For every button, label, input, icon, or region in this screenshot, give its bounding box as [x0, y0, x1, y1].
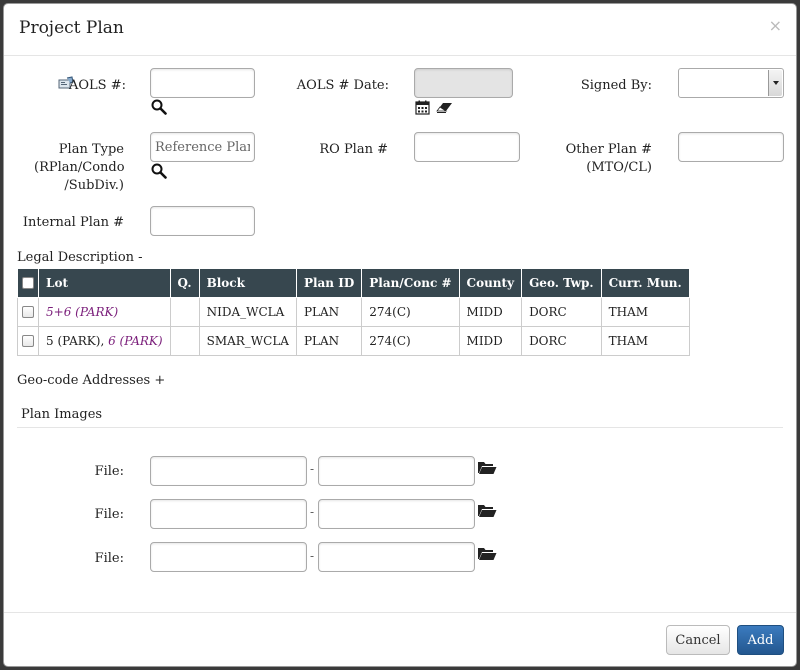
footer-divider	[4, 612, 796, 613]
plan-images-divider	[17, 427, 783, 428]
file-separator: -	[310, 462, 315, 476]
file-label: File:	[94, 464, 124, 479]
signed-by-select[interactable]	[678, 68, 784, 98]
file-description-input[interactable]	[318, 456, 475, 486]
q-cell	[169, 325, 200, 356]
plan-conc-cell: 274(C)	[361, 325, 460, 356]
calendar-icon[interactable]	[415, 100, 430, 119]
other-plan-label: Other Plan # (MTO/CL)	[554, 141, 652, 177]
row-checkbox-cell[interactable]	[17, 325, 39, 356]
file-label: File:	[94, 507, 124, 522]
select-all-checkbox-cell[interactable]	[17, 269, 39, 298]
lot-cell: 5 (PARK), 6 (PARK)	[38, 325, 171, 356]
close-icon[interactable]: ×	[769, 16, 782, 35]
file-name-input[interactable]	[150, 542, 307, 572]
aols-number-label: AOLS #:	[69, 78, 126, 93]
col-plan-id: Plan ID	[295, 269, 363, 298]
file-name-input[interactable]	[150, 456, 307, 486]
project-plan-dialog: Project Plan × AOLS #: AOLS # Date: Sign…	[3, 3, 797, 667]
lot-link[interactable]: 5+6 (PARK)	[46, 305, 118, 319]
eraser-icon[interactable]	[436, 101, 454, 118]
file-name-input[interactable]	[150, 499, 307, 529]
geocode-addresses-toggle[interactable]: Geo-code Addresses +	[17, 373, 165, 388]
file-description-input[interactable]	[318, 499, 475, 529]
ro-plan-label: RO Plan #	[319, 142, 388, 157]
aols-date-label: AOLS # Date:	[296, 78, 389, 93]
col-lot: Lot	[38, 269, 171, 298]
plan-images-heading: Plan Images	[21, 407, 103, 422]
internal-plan-label: Internal Plan #	[22, 215, 124, 230]
aols-search-icon[interactable]	[151, 99, 167, 119]
col-q: Q.	[169, 269, 200, 298]
geo-twp-cell: DORC	[521, 325, 602, 356]
other-plan-label-line1: Other Plan #	[565, 142, 652, 157]
col-county: County	[458, 269, 523, 298]
folder-open-icon[interactable]	[477, 460, 497, 479]
col-block: Block	[198, 269, 297, 298]
signed-by-label: Signed By:	[580, 78, 652, 93]
file-label: File:	[94, 551, 124, 566]
select-all-checkbox[interactable]	[22, 277, 34, 290]
q-cell	[169, 296, 200, 327]
lot-link[interactable]: 6 (PARK)	[108, 334, 162, 348]
row-checkbox[interactable]	[22, 335, 34, 347]
folder-open-icon[interactable]	[477, 546, 497, 565]
plan-id-cell: PLAN	[295, 325, 363, 356]
plan-type-label-line3: /SubDiv.)	[64, 178, 124, 193]
folder-open-icon[interactable]	[477, 503, 497, 522]
col-geo-twp: Geo. Twp.	[521, 269, 602, 298]
block-cell: NIDA_WCLA	[198, 296, 297, 327]
ro-plan-input[interactable]	[414, 132, 520, 162]
aols-date-input[interactable]	[414, 68, 513, 98]
table-header-row: Lot Q. Block Plan ID Plan/Conc # County …	[17, 269, 690, 298]
add-button[interactable]: Add	[737, 625, 784, 655]
county-cell: MIDD	[458, 325, 523, 356]
block-cell: SMAR_WCLA	[198, 325, 297, 356]
plan-type-label: Plan Type (RPlan/Condo /SubDiv.)	[34, 141, 125, 195]
plan-type-label-line2: (RPlan/Condo	[34, 160, 125, 175]
lot-text: 5 (PARK),	[46, 333, 109, 348]
plan-conc-cell: 274(C)	[361, 296, 460, 327]
table-row: 5+6 (PARK) NIDA_WCLA PLAN 274(C) MIDD DO…	[17, 296, 690, 327]
curr-mun-cell: THAM	[600, 296, 690, 327]
table-row: 5 (PARK), 6 (PARK) SMAR_WCLA PLAN 274(C)…	[17, 325, 690, 356]
legal-description-toggle[interactable]: Legal Description -	[17, 250, 143, 265]
other-plan-label-line2: (MTO/CL)	[586, 160, 652, 175]
dialog-title: Project Plan	[19, 18, 124, 38]
file-description-input[interactable]	[318, 542, 475, 572]
chevron-down-icon[interactable]	[768, 70, 782, 96]
col-curr-mun: Curr. Mun.	[600, 269, 690, 298]
file-separator: -	[310, 505, 315, 519]
plan-type-input[interactable]	[150, 132, 255, 162]
internal-plan-input[interactable]	[150, 206, 255, 236]
plan-type-search-icon[interactable]	[151, 163, 167, 183]
other-plan-input[interactable]	[678, 132, 784, 162]
aols-number-input[interactable]	[150, 68, 255, 98]
row-checkbox[interactable]	[22, 306, 34, 318]
col-plan-conc: Plan/Conc #	[361, 269, 460, 298]
legal-description-table: Lot Q. Block Plan ID Plan/Conc # County …	[17, 269, 690, 356]
dialog-header: Project Plan ×	[4, 4, 796, 56]
county-cell: MIDD	[458, 296, 523, 327]
file-separator: -	[310, 549, 315, 563]
lot-cell: 5+6 (PARK)	[38, 296, 171, 327]
plan-type-label-line1: Plan Type	[58, 142, 124, 157]
geo-twp-cell: DORC	[521, 296, 602, 327]
curr-mun-cell: THAM	[600, 325, 690, 356]
cancel-button[interactable]: Cancel	[666, 625, 730, 655]
plan-id-cell: PLAN	[295, 296, 363, 327]
row-checkbox-cell[interactable]	[17, 296, 39, 327]
